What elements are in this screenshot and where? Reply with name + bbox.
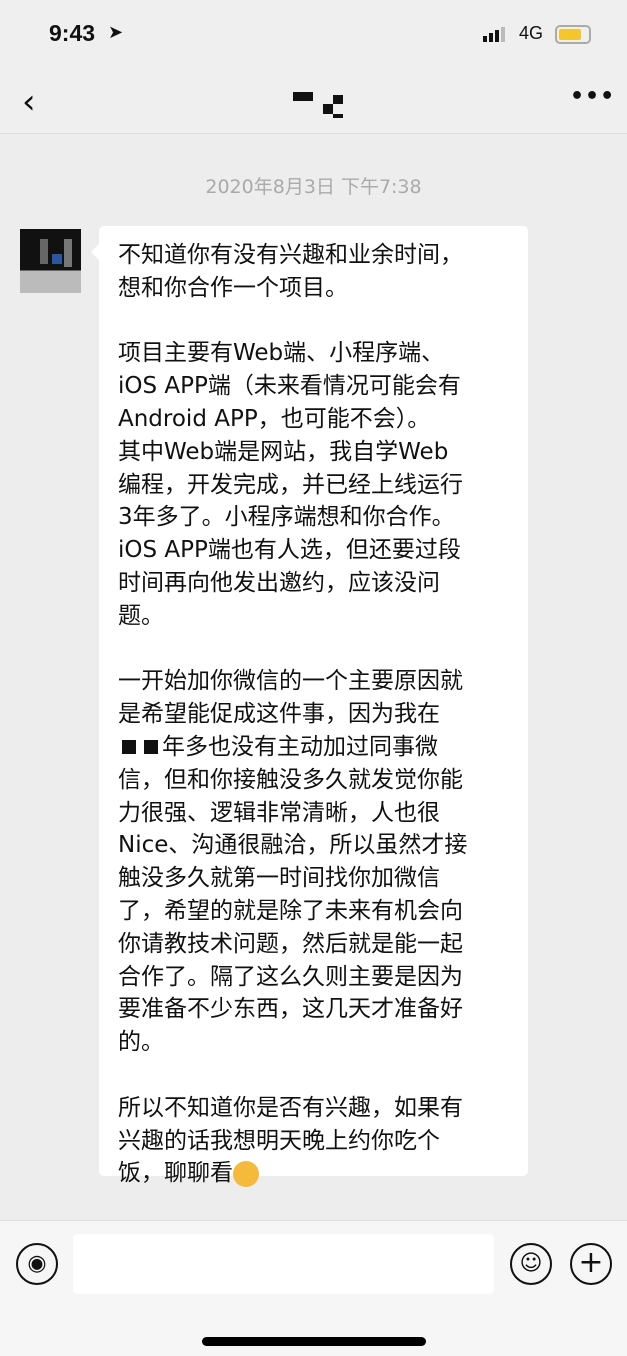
message-text: 一开始加你微信的一个主要原因就 [118,668,463,695]
message-line: 一开始加你微信的一个主要原因就 [118,665,510,698]
message-text: 是希望能促成这件事，因为我在 [118,701,440,728]
message-input[interactable] [73,1234,494,1294]
avatar[interactable] [20,229,81,293]
message-line: 想和你合作一个项目。 [118,272,510,305]
message-line: 合作了。隔了这么久则主要是因为 [118,961,510,994]
message-text: 你请教技术问题，然后就是能一起 [118,930,463,957]
message-line: 编程，开发完成，并已经上线运行 [118,469,510,502]
plus-icon[interactable]: + [570,1243,612,1285]
emoji-icon [233,1160,259,1187]
message-text: iOS APP端（未来看情况可能会有 [118,373,461,400]
message-text: 了，希望的就是除了未来有机会向 [118,897,463,924]
redaction [144,740,158,755]
home-indicator [202,1337,426,1346]
message-line: 题。 [118,600,510,633]
nav-bar: ‹ ••• [0,70,627,134]
message-text: 信，但和你接触没多久就发觉你能 [118,766,463,793]
message-line: 所以不知道你是否有兴趣，如果有 [118,1092,510,1125]
message-text: 其中Web端是网站，我自学Web [118,438,449,465]
message-timestamp: 2020年8月3日 下午7:38 [205,176,422,198]
signal-icon [483,27,505,42]
message-bubble[interactable]: 不知道你有没有兴趣和业余时间， 想和你合作一个项目。项目主要有Web端、小程序端、… [91,226,528,1187]
message-line: 年多也没有主动加过同事微 [118,731,510,764]
message-text: 合作了。隔了这么久则主要是因为 [118,963,463,990]
input-bar: ◉ ☺ + [0,1220,627,1356]
message-line: 力很强、逻辑非常清晰，人也很 [118,797,510,830]
location-arrow-icon: ➤ [108,22,124,43]
message-line: 你请教技术问题，然后就是能一起 [118,928,510,961]
message-line: iOS APP端也有人选，但还要过段 [118,534,510,567]
network-type: 4G [519,23,544,43]
message-text: Nice、沟通很融洽，所以虽然才接 [118,832,468,859]
message-line: 饭，聊聊看 [118,1157,510,1190]
more-icon[interactable]: ••• [570,84,615,109]
message-text: 3年多了。小程序端想和你合作。 [118,504,455,531]
message-text: 年多也没有主动加过同事微 [162,733,438,760]
message-line: 3年多了。小程序端想和你合作。 [118,501,510,534]
message-line: 了，希望的就是除了未来有机会向 [118,895,510,928]
message-text: 力很强、逻辑非常清晰，人也很 [118,799,440,826]
clock: 9:43 [49,20,96,46]
message-line: iOS APP端（未来看情况可能会有 [118,370,510,403]
redaction [122,740,136,755]
message-line: 触没多久就第一时间找你加微信 [118,862,510,895]
message-text: 不知道你有没有兴趣和业余时间， [118,242,463,268]
status-bar: 9:43 ➤ 4G [0,0,627,70]
message-line: 时间再向他发出邀约，应该没问 [118,567,510,600]
chat-title-redacted [293,92,347,118]
message-line: Android APP，也可能不会）。 [118,403,510,436]
message-line: 信，但和你接触没多久就发觉你能 [118,764,510,797]
battery-icon [555,25,591,44]
voice-icon[interactable]: ◉ [16,1243,58,1285]
message-line: 是希望能促成这件事，因为我在 [118,698,510,731]
message-text: 兴趣的话我想明天晚上约你吃个 [118,1127,440,1154]
emoji-icon[interactable]: ☺ [510,1243,552,1285]
message-text: 饭，聊聊看 [118,1160,233,1187]
message-line: 兴趣的话我想明天晚上约你吃个 [118,1125,510,1158]
message-line: Nice、沟通很融洽，所以虽然才接 [118,829,510,862]
chevron-left-icon[interactable]: ‹ [22,82,36,122]
message-line: 其中Web端是网站，我自学Web [118,436,510,469]
message-line: 的。 [118,1026,510,1059]
message-text: 的。 [118,1029,164,1056]
message-text: Android APP，也可能不会）。 [118,405,431,432]
message-line: 项目主要有Web端、小程序端、 [118,337,510,370]
message-text: 题。 [118,602,164,629]
message-line: 不知道你有没有兴趣和业余时间， [118,239,510,272]
message-text: 想和你合作一个项目。 [118,274,348,301]
message-text: 要准备不少东西，这几天才准备好 [118,996,463,1023]
message-text: 项目主要有Web端、小程序端、 [118,340,445,367]
message-text: 时间再向他发出邀约，应该没问 [118,569,440,596]
message-text: iOS APP端也有人选，但还要过段 [118,537,461,564]
message-text: 所以不知道你是否有兴趣，如果有 [118,1094,463,1121]
message-text: 触没多久就第一时间找你加微信 [118,865,440,892]
message-line: 要准备不少东西，这几天才准备好 [118,993,510,1026]
message-text: 编程，开发完成，并已经上线运行 [118,471,463,498]
